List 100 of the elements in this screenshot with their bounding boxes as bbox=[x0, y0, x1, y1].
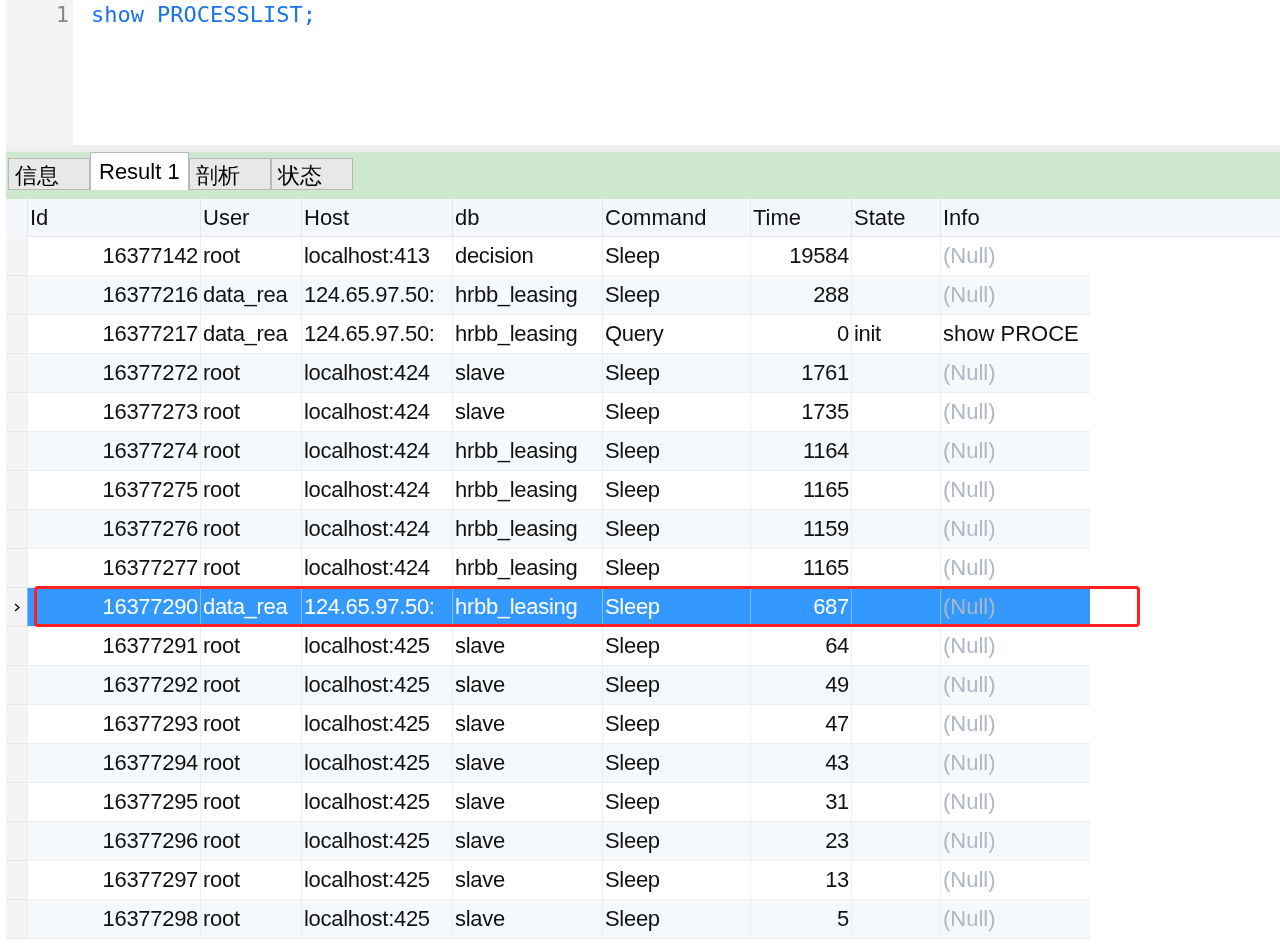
table-row[interactable]: 16377298 root localhost:425 slave Sleep 5 (Null) bbox=[27, 900, 1090, 939]
table-cell: root bbox=[200, 354, 301, 392]
table-cell: 43 bbox=[750, 744, 851, 782]
table-cell: hrbb_leasing bbox=[452, 588, 602, 626]
table-cell: 16377273 bbox=[27, 393, 200, 431]
table-cell: 1165 bbox=[750, 549, 851, 587]
table-cell: (Null) bbox=[940, 861, 1090, 899]
table-cell: (Null) bbox=[940, 588, 1090, 626]
table-cell: localhost:424 bbox=[301, 510, 452, 548]
table-cell: 19584 bbox=[750, 237, 851, 275]
row-header[interactable] bbox=[6, 315, 27, 354]
row-header[interactable] bbox=[6, 666, 27, 705]
table-cell: (Null) bbox=[940, 549, 1090, 587]
table-cell: 5 bbox=[750, 900, 851, 938]
table-cell: (Null) bbox=[940, 705, 1090, 743]
table-cell: 16377297 bbox=[27, 861, 200, 899]
table-row[interactable]: 16377217 data_rea 124.65.97.50: hrbb_leasing Query 0 init show PROCE bbox=[27, 315, 1090, 354]
table-cell: hrbb_leasing bbox=[452, 510, 602, 548]
table-cell: localhost:424 bbox=[301, 432, 452, 470]
table-row[interactable]: 16377296 root localhost:425 slave Sleep 23 (Null) bbox=[27, 822, 1090, 861]
row-header[interactable] bbox=[6, 822, 27, 861]
table-cell: slave bbox=[452, 705, 602, 743]
row-header[interactable] bbox=[6, 861, 27, 900]
row-header[interactable] bbox=[6, 432, 27, 471]
row-header[interactable] bbox=[6, 510, 27, 549]
result-tab[interactable]: Result 1 bbox=[90, 152, 189, 190]
table-cell: slave bbox=[452, 393, 602, 431]
table-cell: data_rea bbox=[200, 276, 301, 314]
row-header[interactable] bbox=[6, 705, 27, 744]
table-cell: 1735 bbox=[750, 393, 851, 431]
table-cell: Sleep bbox=[602, 432, 750, 470]
table-cell: slave bbox=[452, 900, 602, 938]
table-cell: (Null) bbox=[940, 510, 1090, 548]
table-cell: 31 bbox=[750, 783, 851, 821]
table-cell: 16377272 bbox=[27, 354, 200, 392]
table-cell: 16377293 bbox=[27, 705, 200, 743]
table-cell: Sleep bbox=[602, 588, 750, 626]
table-cell: Sleep bbox=[602, 900, 750, 938]
table-cell: Sleep bbox=[602, 744, 750, 782]
row-header[interactable] bbox=[6, 393, 27, 432]
table-cell: localhost:425 bbox=[301, 705, 452, 743]
table-cell: 687 bbox=[750, 588, 851, 626]
table-cell: Sleep bbox=[602, 822, 750, 860]
table-row[interactable]: 16377276 root localhost:424 hrbb_leasing Sleep 1159 (Null) bbox=[27, 510, 1090, 549]
table-cell: (Null) bbox=[940, 627, 1090, 665]
table-row[interactable]: 16377293 root localhost:425 slave Sleep 47 (Null) bbox=[27, 705, 1090, 744]
row-header[interactable] bbox=[6, 588, 27, 627]
row-header[interactable] bbox=[6, 354, 27, 393]
table-cell: 16377294 bbox=[27, 744, 200, 782]
table-cell: Sleep bbox=[602, 237, 750, 275]
table-cell: 16377291 bbox=[27, 627, 200, 665]
table-cell: localhost:425 bbox=[301, 627, 452, 665]
table-cell: 16377274 bbox=[27, 432, 200, 470]
table-row[interactable]: 16377275 root localhost:424 hrbb_leasing Sleep 1165 (Null) bbox=[27, 471, 1090, 510]
table-cell: root bbox=[200, 627, 301, 665]
table-row[interactable]: 16377292 root localhost:425 slave Sleep 49 (Null) bbox=[27, 666, 1090, 705]
row-header[interactable] bbox=[6, 783, 27, 822]
row-header[interactable] bbox=[6, 627, 27, 666]
row-header[interactable] bbox=[6, 900, 27, 939]
table-cell: 16377275 bbox=[27, 471, 200, 509]
table-row[interactable]: 16377291 root localhost:425 slave Sleep 64 (Null) bbox=[27, 627, 1090, 666]
table-row[interactable]: 16377295 root localhost:425 slave Sleep 31 (Null) bbox=[27, 783, 1090, 822]
table-cell: Sleep bbox=[602, 354, 750, 392]
table-cell: 16377277 bbox=[27, 549, 200, 587]
table-cell: root bbox=[200, 861, 301, 899]
row-header[interactable] bbox=[6, 237, 27, 276]
result-tab[interactable]: 状态 bbox=[270, 158, 353, 190]
result-tab[interactable]: 信息 bbox=[8, 158, 90, 190]
row-header[interactable] bbox=[6, 276, 27, 315]
table-row[interactable]: 16377274 root localhost:424 hrbb_leasing Sleep 1164 (Null) bbox=[27, 432, 1090, 471]
table-cell: 49 bbox=[750, 666, 851, 704]
table-cell: (Null) bbox=[940, 276, 1090, 314]
table-cell: slave bbox=[452, 861, 602, 899]
table-row[interactable]: 16377142 root localhost:413 decision Sleep 19584 (Null) bbox=[27, 237, 1090, 276]
table-cell: Sleep bbox=[602, 393, 750, 431]
table-cell: root bbox=[200, 705, 301, 743]
table-cell: localhost:425 bbox=[301, 666, 452, 704]
row-header[interactable] bbox=[6, 471, 27, 510]
table-row[interactable]: 16377272 root localhost:424 slave Sleep 1761 (Null) bbox=[27, 354, 1090, 393]
row-header[interactable] bbox=[6, 744, 27, 783]
panel-splitter[interactable] bbox=[6, 145, 1280, 152]
table-cell: 124.65.97.50: bbox=[301, 276, 452, 314]
table-cell: 0 bbox=[750, 315, 851, 353]
table-cell: 23 bbox=[750, 822, 851, 860]
table-cell: 124.65.97.50: bbox=[301, 588, 452, 626]
row-header[interactable] bbox=[6, 549, 27, 588]
table-row[interactable]: 16377294 root localhost:425 slave Sleep 43 (Null) bbox=[27, 744, 1090, 783]
table-cell: hrbb_leasing bbox=[452, 432, 602, 470]
table-row[interactable]: 16377273 root localhost:424 slave Sleep 1735 (Null) bbox=[27, 393, 1090, 432]
table-cell: Sleep bbox=[602, 549, 750, 587]
table-row[interactable]: 16377297 root localhost:425 slave Sleep 13 (Null) bbox=[27, 861, 1090, 900]
table-cell: Sleep bbox=[602, 627, 750, 665]
table-cell: Sleep bbox=[602, 705, 750, 743]
table-cell: 47 bbox=[750, 705, 851, 743]
table-cell: localhost:425 bbox=[301, 822, 452, 860]
table-cell: slave bbox=[452, 627, 602, 665]
table-cell: root bbox=[200, 471, 301, 509]
result-tab[interactable]: 剖析 bbox=[188, 158, 271, 190]
table-row[interactable]: 16377216 data_rea 124.65.97.50: hrbb_leasing Sleep 288 (Null) bbox=[27, 276, 1090, 315]
table-cell: (Null) bbox=[940, 900, 1090, 938]
